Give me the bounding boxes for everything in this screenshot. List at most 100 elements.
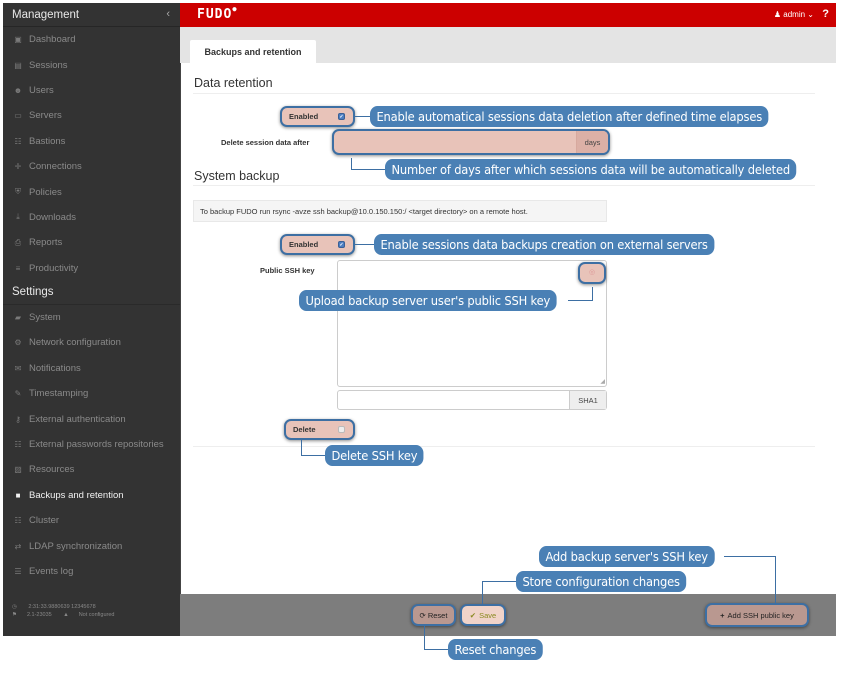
sidebar-item-reports[interactable]: ⎙ Reports [3,230,180,255]
user-icon: ♟ [773,10,782,19]
sidebar-item-dashboard[interactable]: ▣ Dashboard [3,27,180,52]
list-icon: ☰ [14,567,22,576]
backup-enabled-label: Enabled [289,240,319,249]
sidebar-item-label: External passwords repositories [29,439,164,451]
main-content: Data retention Enabled ✓ Delete session … [180,63,836,594]
envelope-icon: ✉ [14,363,22,373]
sidebar-item-network-configuration[interactable]: ⚙ Network configuration [3,330,180,355]
divider [193,185,815,186]
help-button[interactable]: ? [822,8,829,20]
sidebar-item-events-log[interactable]: ☰ Events log [3,559,180,584]
sidebar-settings-title: Settings [12,286,54,299]
sidebar-item-sessions[interactable]: ▤ Sessions [3,52,180,77]
callout-retention-days: Number of days after which sessions data… [385,159,797,180]
delete-after-label: Delete session data after [221,138,310,147]
sidebar-item-bastions[interactable]: ☷ Bastions [3,129,180,154]
chart-icon: ▣ [14,35,22,45]
callout-backup-enabled: Enable sessions data backups creation on… [374,234,715,255]
sidebar-item-label: Sessions [29,59,68,71]
callout-connector [301,455,326,456]
backup-enabled-checkbox[interactable]: Enabled ✓ [280,234,355,255]
sidebar-item-backups-and-retention[interactable]: ■ Backups and retention [3,483,180,508]
upload-icon: ◎ [588,269,596,276]
callout-connector [592,287,593,301]
key-icon: ⚷ [15,414,21,424]
chevron-left-icon[interactable]: ‹ [166,8,170,20]
sidebar-item-downloads[interactable]: ⤓ Downloads [3,205,180,230]
tab-backups-and-retention[interactable]: Backups and retention [190,40,316,63]
reset-button[interactable]: ⟳ Reset [411,604,456,626]
sidebar-item-external-authentication[interactable]: ⚷ External authentication [3,406,180,431]
sidebar-item-label: LDAP synchronization [29,540,123,552]
save-button[interactable]: ✔ Save [460,604,506,626]
callout-connector [351,169,386,170]
clock-icon: ◷ [12,604,17,610]
checkbox-unchecked-icon [338,426,345,433]
retention-enabled-checkbox[interactable]: Enabled ✓ [280,106,355,127]
system-time: 2:31:33.9880639 12345678 [28,604,96,610]
upload-key-button[interactable]: ◎ [578,262,606,284]
callout-reset: Reset changes [448,639,543,660]
sidebar-item-label: Connections [29,161,82,173]
refresh-icon: ⟳ [419,610,426,620]
image-icon: ▨ [14,465,22,475]
bars-icon: ≡ [15,263,21,273]
topbar: FUDO● ♟ admin ⌄ ? [180,3,836,27]
action-bar: ⟳ Reset ✔ Save + Add SSH public key [180,594,836,636]
sidebar-item-label: Downloads [29,211,76,223]
shield-icon: ⛨ [15,187,21,197]
user-name: admin [783,10,806,19]
delete-key-label: Delete [293,425,316,434]
grid-icon: ☷ [14,440,22,450]
sidebar-item-resources[interactable]: ▨ Resources [3,457,180,482]
callout-connector [353,116,371,117]
add-ssh-key-button[interactable]: + Add SSH public key [705,603,809,627]
sidebar-management-header: Management ‹ [3,3,180,27]
delete-after-input[interactable]: days [332,129,610,155]
arrows-icon: ✛ [14,162,22,172]
sidebar-item-notifications[interactable]: ✉ Notifications [3,356,180,381]
callout-connector [482,581,483,605]
sidebar-item-users[interactable]: ☻ Users [3,78,180,103]
resize-handle-icon[interactable]: ◢ [600,378,605,385]
sidebar-item-label: Dashboard [29,34,76,46]
sidebar-item-label: Reports [29,237,63,249]
sidebar-item-cluster[interactable]: ☷ Cluster [3,508,180,533]
divider [193,446,815,447]
cluster-icon: ▲ [63,612,69,618]
sitemap-icon: ☷ [14,136,22,146]
system-backup-title: System backup [194,169,280,183]
sidebar-item-label: Resources [29,464,75,476]
callout-save: Store configuration changes [516,571,687,592]
sidebar-item-connections[interactable]: ✛ Connections [3,154,180,179]
exchange-icon: ⇄ [14,541,22,551]
sidebar-item-system[interactable]: ▰ System [3,305,180,330]
sidebar-item-external-passwords-repositories[interactable]: ☷ External passwords repositories [3,432,180,457]
sidebar-item-label: Timestamping [29,388,89,400]
data-retention-title: Data retention [194,76,273,90]
callout-connector [775,556,776,603]
callout-connector [724,556,776,557]
delete-key-checkbox[interactable]: Delete [284,419,355,440]
server-icon: ▭ [14,111,22,121]
callout-connector [424,649,449,650]
film-icon: ▤ [14,60,22,70]
callout-connector [353,244,375,245]
backup-info: To backup FUDO run rsync -avze ssh backu… [193,200,607,222]
sidebar-item-label: System [29,312,61,324]
fingerprint-input[interactable]: SHA1 [337,390,607,410]
plus-icon: + [720,610,725,620]
sidebar-item-label: Backups and retention [29,489,124,501]
sidebar-item-productivity[interactable]: ≡ Productivity [3,256,180,281]
sidebar-settings-header: Settings [3,281,180,305]
sidebar-item-ldap-synchronization[interactable]: ⇄ LDAP synchronization [3,533,180,558]
sidebar-item-servers[interactable]: ▭ Servers [3,103,180,128]
ssh-key-textarea[interactable]: ◢ [337,260,607,387]
add-key-label: Add SSH public key [727,610,794,620]
user-menu[interactable]: ♟ admin ⌄ [774,10,814,19]
logo-text: FUDO [197,7,233,22]
sidebar-item-timestamping[interactable]: ✎ Timestamping [3,381,180,406]
sidebar-item-policies[interactable]: ⛨ Policies [3,179,180,204]
ssh-key-label: Public SSH key [260,266,315,275]
fudo-logo[interactable]: FUDO● [197,5,238,22]
